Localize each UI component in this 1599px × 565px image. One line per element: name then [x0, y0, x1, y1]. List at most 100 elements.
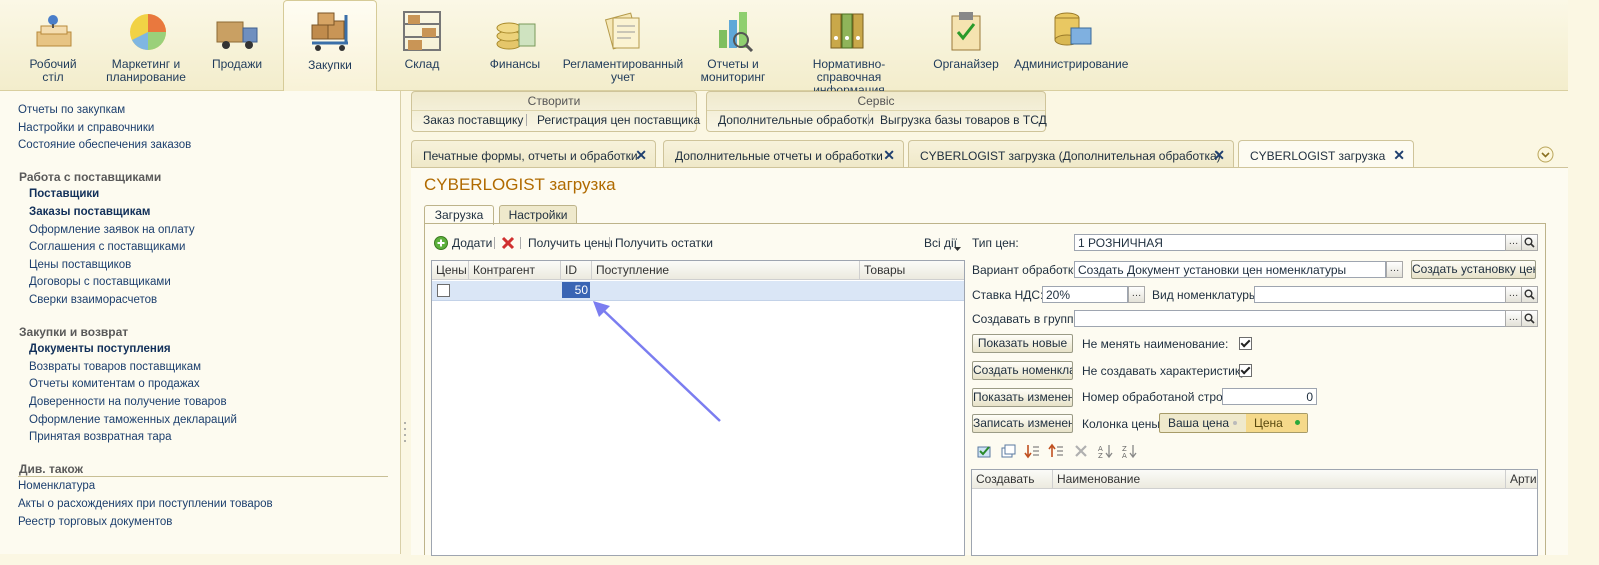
section-regulated[interactable]: Регламентированный учет	[562, 0, 684, 90]
column-header[interactable]: Цены	[432, 261, 469, 280]
section-marketing[interactable]: Маркетинг и планирование	[101, 0, 191, 90]
create-nomenclature-button[interactable]: Создать номенкла...	[972, 361, 1073, 380]
get-prices-button[interactable]: Получить цены	[528, 236, 613, 250]
nav-link[interactable]: Оформление таможенных деклараций	[29, 414, 237, 426]
nav-link[interactable]: Доверенности на получение товаров	[29, 396, 227, 408]
variant-field[interactable]: Создать Документ установки цен номенклат…	[1074, 261, 1386, 278]
section-label: Склад	[404, 57, 440, 71]
section-label: Органайзер	[933, 57, 999, 71]
no-rename-checkbox[interactable]	[1239, 337, 1252, 350]
nav-link[interactable]: Договоры с поставщиками	[29, 276, 171, 288]
window-tab[interactable]: Печатные формы, отчеты и обработки ✕	[411, 140, 656, 168]
open-icon[interactable]	[1521, 310, 1538, 327]
get-stock-button[interactable]: Получить остатки	[615, 236, 713, 250]
close-icon[interactable]: ✕	[1213, 147, 1225, 164]
window-tab[interactable]: Дополнительные отчеты и обработки ✕	[663, 140, 904, 168]
nav-link[interactable]: Номенклатура	[18, 480, 95, 492]
window-tab-active[interactable]: CYBERLOGIST загрузка ✕	[1238, 140, 1414, 168]
section-finance[interactable]: Финансы	[470, 0, 560, 90]
window-tab[interactable]: CYBERLOGIST загрузка (Дополнительная обр…	[908, 140, 1234, 168]
option-price[interactable]: Цена	[1246, 414, 1307, 432]
show-new-button[interactable]: Показать новые	[972, 334, 1073, 353]
close-icon[interactable]: ✕	[883, 147, 895, 164]
nomenclature-kind-label: Вид номенклатуры:	[1152, 288, 1261, 302]
nav-link[interactable]: Сверки взаиморасчетов	[29, 294, 157, 306]
section-desktop[interactable]: Робочий стіл	[10, 0, 96, 90]
nav-link[interactable]: Цены поставщиков	[29, 259, 131, 271]
tab-settings[interactable]: Настройки	[499, 205, 577, 224]
move-down-icon[interactable]	[1024, 443, 1040, 459]
delete-icon[interactable]	[501, 236, 515, 250]
nav-link[interactable]: Настройки и справочники	[18, 122, 154, 134]
nav-link[interactable]: Отчеты комитентам о продажах	[29, 378, 200, 390]
nav-link[interactable]: Принятая возвратная тара	[29, 431, 172, 443]
nav-link[interactable]: Документы поступления	[29, 343, 171, 355]
select-button[interactable]: …	[1505, 234, 1522, 251]
nav-link[interactable]: Реестр торговых документов	[18, 516, 172, 528]
price-type-field[interactable]: 1 РОЗНИЧНАЯ	[1074, 234, 1506, 251]
select-button[interactable]: …	[1128, 286, 1145, 303]
id-cell[interactable]: 50	[562, 282, 590, 298]
nav-link[interactable]: Поставщики	[29, 188, 99, 200]
open-icon[interactable]	[1521, 286, 1538, 303]
add-button[interactable]: Додати	[452, 236, 492, 250]
panel-splitter-handle[interactable]	[402, 420, 408, 446]
no-characteristic-checkbox[interactable]	[1239, 364, 1252, 377]
create-price-setting-button[interactable]: Создать установку цен	[1411, 260, 1536, 279]
items-table[interactable]: Создавать Наименование Артик	[971, 469, 1538, 556]
section-reference[interactable]: Нормативно-справочная информация	[783, 0, 915, 97]
select-button[interactable]: …	[1386, 261, 1403, 278]
column-header[interactable]: Товары	[860, 261, 964, 280]
column-header[interactable]: Поступление	[592, 261, 860, 280]
additional-processing-command[interactable]: Дополнительные обработки	[718, 113, 874, 127]
section-admin[interactable]: Администрирование	[1014, 0, 1128, 90]
nav-link[interactable]: Отчеты по закупкам	[18, 104, 125, 116]
column-header[interactable]: Наименование	[1053, 470, 1506, 489]
column-header[interactable]: Артик	[1506, 470, 1537, 489]
create-supplier-order-command[interactable]: Заказ поставщику	[423, 113, 523, 127]
sort-descending-icon[interactable]: ZA	[1121, 443, 1137, 460]
delete-row-icon[interactable]	[1073, 443, 1089, 459]
section-sales[interactable]: Продажи	[194, 0, 280, 90]
nav-link[interactable]: Заказы поставщикам	[29, 206, 150, 218]
export-to-tsd-command[interactable]: Выгрузка базы товаров в ТСД	[880, 113, 1047, 127]
close-icon[interactable]: ✕	[635, 147, 647, 164]
option-your-price[interactable]: Ваша цена	[1160, 414, 1246, 432]
section-purchases[interactable]: Закупки	[283, 0, 377, 91]
table-row[interactable]: 50	[432, 281, 964, 301]
nav-link[interactable]: Возвраты товаров поставщикам	[29, 361, 201, 373]
register-supplier-prices-command[interactable]: Регистрация цен поставщика	[537, 113, 700, 127]
prices-checkbox[interactable]	[437, 284, 450, 297]
tab-load[interactable]: Загрузка	[424, 205, 494, 225]
save-changes-button[interactable]: Записать изменен...	[972, 414, 1073, 433]
nav-link[interactable]: Состояние обеспечения заказов	[18, 139, 191, 151]
copy-icon[interactable]	[1000, 443, 1016, 459]
pie-chart-icon	[124, 10, 168, 52]
select-button[interactable]: …	[1505, 286, 1522, 303]
section-reports[interactable]: Отчеты и мониторинг	[688, 0, 778, 90]
show-changes-button[interactable]: Показать изменен...	[972, 388, 1073, 407]
close-icon[interactable]: ✕	[1393, 147, 1405, 164]
open-icon[interactable]	[1521, 234, 1538, 251]
tabs-menu-chevron-icon[interactable]	[1537, 146, 1554, 163]
select-button[interactable]: …	[1505, 310, 1522, 327]
all-actions-menu[interactable]: Всі дії	[924, 236, 957, 250]
check-all-icon[interactable]	[976, 443, 992, 459]
nav-link[interactable]: Акты о расхождениях при поступлении това…	[18, 498, 273, 510]
move-up-icon[interactable]	[1048, 443, 1064, 459]
processed-row-field[interactable]: 0	[1222, 388, 1317, 405]
section-organizer[interactable]: Органайзер	[924, 0, 1008, 90]
section-warehouse[interactable]: Склад	[378, 0, 466, 90]
nav-link[interactable]: Соглашения с поставщиками	[29, 241, 185, 253]
column-header[interactable]: Создавать	[972, 470, 1053, 489]
create-in-group-field[interactable]	[1074, 310, 1506, 327]
column-header[interactable]: Контрагент	[469, 261, 561, 280]
sort-ascending-icon[interactable]: AZ	[1097, 443, 1113, 460]
vat-field[interactable]: 20%	[1042, 286, 1128, 303]
group-title: Сервіс	[707, 92, 1045, 111]
column-header[interactable]: ID	[561, 261, 592, 280]
nomenclature-kind-field[interactable]	[1254, 286, 1506, 303]
nav-link[interactable]: Оформление заявок на оплату	[29, 224, 195, 236]
add-icon[interactable]	[434, 236, 448, 250]
price-column-selector[interactable]: Ваша цена Цена	[1159, 413, 1308, 433]
